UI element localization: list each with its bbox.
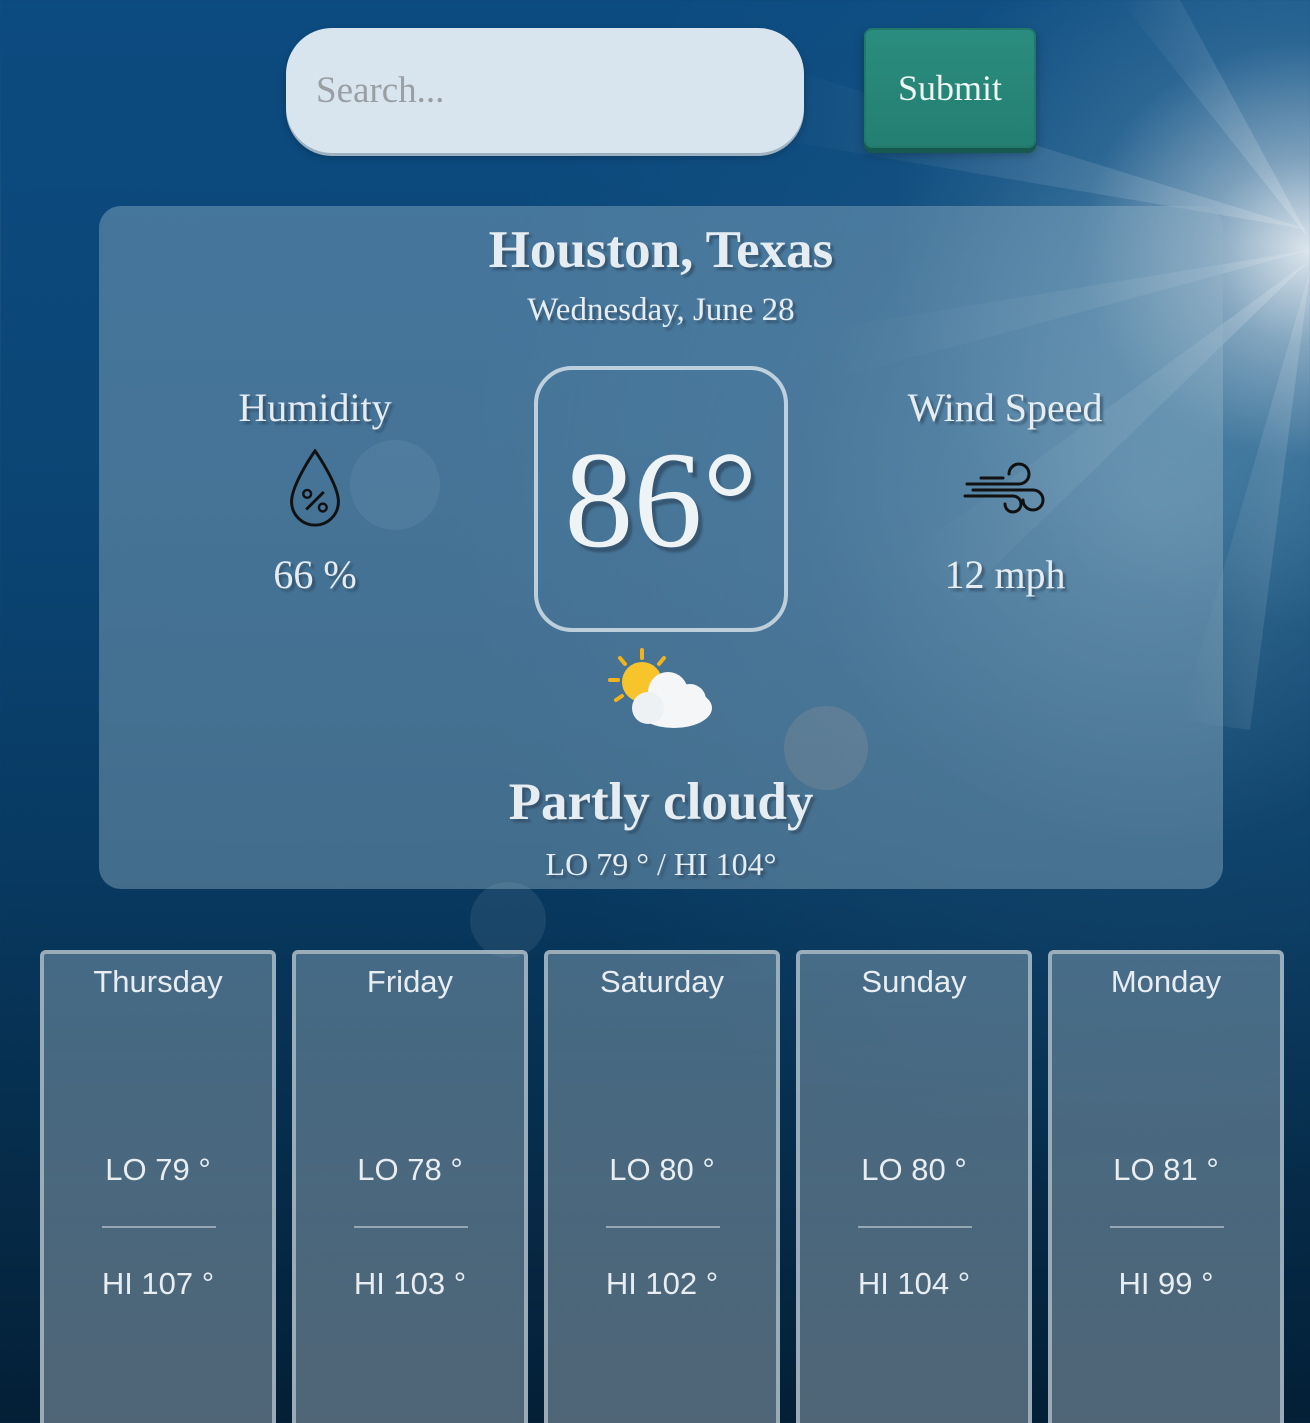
wind-icon bbox=[963, 462, 1045, 514]
wind-speed-value: 12 mph bbox=[944, 552, 1066, 597]
forecast-day: Saturday bbox=[599, 964, 725, 999]
forecast-divider bbox=[1110, 1226, 1224, 1228]
forecast-hi: HI 103 ° bbox=[353, 1266, 467, 1301]
current-temperature: 86° bbox=[564, 422, 758, 576]
current-weather-card: Houston, Texas Wednesday, June 28 Humidi… bbox=[99, 206, 1223, 889]
current-date: Wednesday, June 28 bbox=[527, 292, 795, 328]
forecast-card-friday: Friday LO 78 ° HI 103 ° bbox=[292, 950, 528, 1423]
forecast-card-thursday: Thursday LO 79 ° HI 107 ° bbox=[40, 950, 276, 1423]
forecast-lo: LO 80 ° bbox=[861, 1152, 967, 1187]
humidity-block: Humidity 66 % bbox=[165, 384, 465, 598]
forecast-day: Friday bbox=[366, 964, 454, 999]
forecast-lo: LO 79 ° bbox=[105, 1152, 211, 1187]
forecast-lo: LO 80 ° bbox=[609, 1152, 715, 1187]
forecast-day: Monday bbox=[1110, 964, 1222, 999]
wind-speed-block: Wind Speed 12 mph bbox=[855, 384, 1155, 598]
forecast-day: Thursday bbox=[93, 964, 223, 999]
forecast-hi: HI 104 ° bbox=[857, 1266, 971, 1301]
forecast-divider bbox=[606, 1226, 720, 1228]
forecast-hi: HI 107 ° bbox=[101, 1266, 215, 1301]
temperature-box: 86° bbox=[534, 366, 788, 632]
forecast-lo: LO 81 ° bbox=[1113, 1152, 1219, 1187]
partly-cloudy-icon bbox=[608, 648, 712, 728]
submit-button[interactable]: Submit bbox=[864, 28, 1036, 148]
humidity-value: 66 % bbox=[273, 552, 357, 597]
forecast-divider bbox=[354, 1226, 468, 1228]
weather-condition: Partly cloudy bbox=[508, 773, 814, 831]
forecast-lo: LO 78 ° bbox=[357, 1152, 463, 1187]
current-lo-hi: LO 79 ° / HI 104° bbox=[545, 846, 777, 882]
city-title: Houston, Texas bbox=[488, 221, 834, 279]
forecast-divider bbox=[858, 1226, 972, 1228]
humidity-label: Humidity bbox=[238, 385, 392, 430]
forecast-hi: HI 102 ° bbox=[605, 1266, 719, 1301]
forecast-day: Sunday bbox=[861, 964, 967, 999]
forecast-card-monday: Monday LO 81 ° HI 99 ° bbox=[1048, 950, 1284, 1423]
forecast-card-sunday: Sunday LO 80 ° HI 104 ° bbox=[796, 950, 1032, 1423]
wind-speed-label: Wind Speed bbox=[907, 385, 1103, 430]
forecast-hi: HI 99 ° bbox=[1118, 1266, 1214, 1301]
forecast-card-saturday: Saturday LO 80 ° HI 102 ° bbox=[544, 950, 780, 1423]
humidity-drop-icon bbox=[290, 448, 340, 527]
forecast-divider bbox=[102, 1226, 216, 1228]
search-input[interactable] bbox=[286, 28, 804, 153]
